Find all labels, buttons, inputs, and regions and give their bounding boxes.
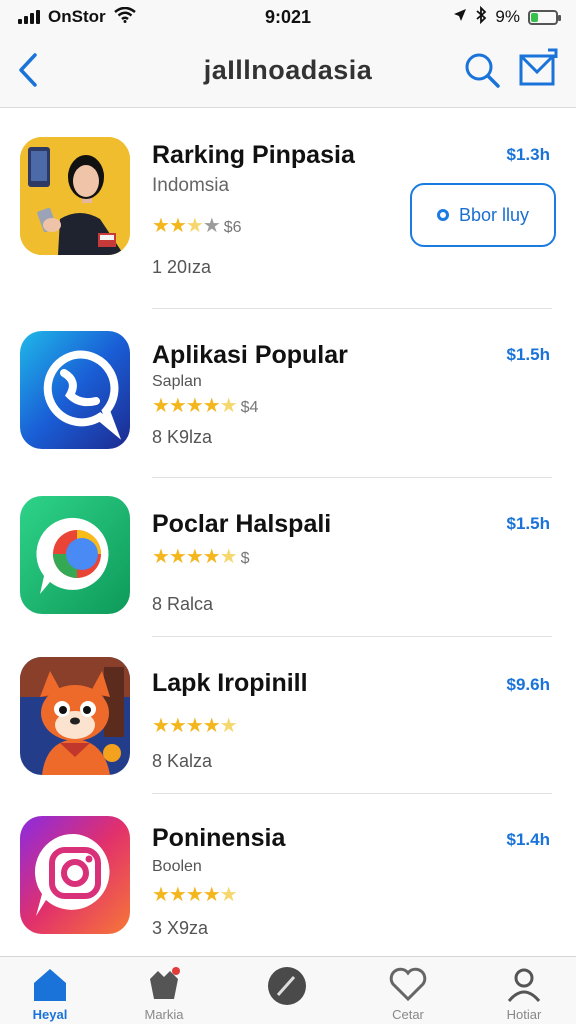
signal-icon xyxy=(18,10,40,24)
app-icon-camera xyxy=(20,816,130,934)
rating-stars: ★★★★★ $ xyxy=(152,546,250,568)
tab-label: Hotiar xyxy=(506,1007,542,1022)
download-icon xyxy=(436,209,449,221)
rating-count: $4 xyxy=(240,399,259,416)
rating-stars: ★★★★★ $4 xyxy=(152,395,259,417)
app-price: $1.3h xyxy=(506,145,550,164)
profile-icon xyxy=(507,968,541,1002)
tab-label: Markia xyxy=(144,1007,184,1022)
tab-home[interactable]: Heyal xyxy=(0,957,100,1024)
list-item[interactable]: Poclar Halspali ★★★★★ $ 8 Ralca $1.5h xyxy=(0,478,576,636)
app-subtitle: Saplan xyxy=(152,373,202,390)
chevron-left-icon xyxy=(19,53,37,87)
rating-stars: ★★★★★ xyxy=(152,715,238,737)
navigation-bar: jaIllnoadasia xyxy=(0,34,576,108)
app-price: $1.5h xyxy=(506,345,550,364)
download-count: 1 20ıza xyxy=(152,257,212,277)
star-empty-icon: ★ xyxy=(202,215,221,237)
rating-stars: ★★★★★ xyxy=(152,884,238,906)
app-name[interactable]: Poclar Halspali xyxy=(152,510,331,539)
download-count: 3 X9za xyxy=(152,918,209,938)
status-bar: OnStor 9:021 9% xyxy=(0,0,576,34)
rating-count: $6 xyxy=(223,219,242,236)
list-item[interactable]: Rarking Pinpasia Indomsia ★★★★ $6 1 20ıza… xyxy=(0,109,576,309)
buy-button-label: Bbor lluy xyxy=(458,204,530,225)
rating-stars: ★★★★ $6 xyxy=(152,213,242,238)
app-icon-browser xyxy=(20,496,130,614)
tab-label: Cetar xyxy=(392,1007,424,1022)
app-price: $1.4h xyxy=(506,830,550,849)
tab-favorites[interactable]: Cetar xyxy=(358,957,458,1024)
search-icon xyxy=(465,53,500,88)
app-name[interactable]: Lapk Iropinill xyxy=(152,669,308,698)
rating-count: $ xyxy=(240,550,250,567)
app-icon-game xyxy=(20,657,130,775)
home-icon xyxy=(34,969,66,1001)
bluetooth-icon xyxy=(475,5,487,29)
tab-games[interactable]: Markia xyxy=(114,957,214,1024)
heart-icon xyxy=(389,967,427,1002)
app-subtitle: Indomsia xyxy=(152,175,230,196)
app-icon-chat xyxy=(20,331,130,449)
battery-icon xyxy=(528,9,561,25)
download-count: 8 K9lza xyxy=(152,427,213,447)
app-subtitle: Boolen xyxy=(152,858,202,875)
search-button[interactable] xyxy=(462,50,502,90)
tab-bar: Heyal Markia Cetar Hotiar xyxy=(0,956,576,1024)
clock: 9:021 xyxy=(264,6,312,27)
list-item[interactable]: Aplikasi Popular Saplan ★★★★★ $4 8 K9lza … xyxy=(0,309,576,477)
download-count: 8 Ralca xyxy=(152,594,214,614)
tab-label: Heyal xyxy=(32,1007,68,1022)
back-button[interactable] xyxy=(8,50,48,90)
games-icon xyxy=(150,967,180,999)
tab-explore[interactable] xyxy=(236,957,336,1024)
app-name[interactable]: Poninensia xyxy=(152,824,285,853)
battery-percent: 9% xyxy=(495,7,520,26)
star-half-icon: ★ xyxy=(185,215,204,237)
app-icon-person xyxy=(20,137,130,255)
star-icon: ★ xyxy=(152,215,170,237)
tab-profile[interactable]: Hotiar xyxy=(474,957,574,1024)
compass-icon xyxy=(268,967,306,1005)
wifi-icon xyxy=(113,6,136,28)
app-name[interactable]: Rarking Pinpasia xyxy=(152,141,355,170)
list-item[interactable]: Poninensia Boolen ★★★★★ 3 X9za $1.4h xyxy=(0,794,576,954)
compose-icon xyxy=(519,48,558,86)
app-price: $1.5h xyxy=(506,514,550,533)
download-count: 8 Kalza xyxy=(152,751,213,771)
compose-button[interactable] xyxy=(518,48,558,88)
carrier-label: OnStor xyxy=(48,7,106,26)
list-item[interactable]: Lapk Iropinill ★★★★★ 8 Kalza $9.6h xyxy=(0,637,576,793)
app-price: $9.6h xyxy=(506,675,550,694)
buy-button[interactable]: Bbor lluy xyxy=(410,183,556,247)
app-name[interactable]: Aplikasi Popular xyxy=(152,341,348,370)
location-icon xyxy=(453,7,467,27)
star-icon: ★ xyxy=(168,215,187,237)
